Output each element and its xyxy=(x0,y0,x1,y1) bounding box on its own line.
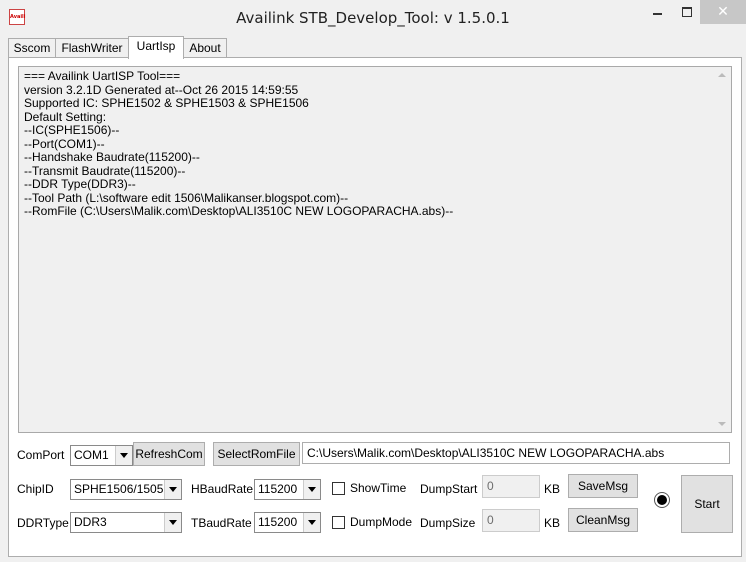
clean-msg-button[interactable]: CleanMsg xyxy=(568,508,638,532)
dumpmode-label: DumpMode xyxy=(350,515,413,529)
chevron-down-icon xyxy=(164,513,181,532)
dumpsize-label: DumpSize xyxy=(420,516,476,530)
tbaudrate-select[interactable]: 115200 xyxy=(254,512,321,533)
minimize-button[interactable] xyxy=(640,0,674,24)
hbaudrate-select[interactable]: 115200 xyxy=(254,479,321,500)
dumpsize-unit: KB xyxy=(544,516,561,530)
chevron-down-icon xyxy=(303,480,320,499)
chevron-down-icon xyxy=(164,480,181,499)
dumpstart-label: DumpStart xyxy=(420,482,478,496)
tbaudrate-value: 115200 xyxy=(258,515,298,529)
chipid-label: ChipID xyxy=(17,482,54,496)
title-bar: Availi Availink STB_Develop_Tool: v 1.5.… xyxy=(0,0,746,34)
log-text: === Availink UartISP Tool=== version 3.2… xyxy=(24,69,454,218)
dumpstart-unit: KB xyxy=(544,482,561,496)
ddrtype-select[interactable]: DDR3 xyxy=(70,512,182,533)
ddrtype-label: DDRType xyxy=(17,516,69,530)
dumpsize-input[interactable]: 0 xyxy=(482,509,540,532)
log-scrollbar[interactable] xyxy=(714,67,731,432)
chipid-select[interactable]: SPHE1506/1505 xyxy=(70,479,182,500)
scroll-up-icon[interactable] xyxy=(718,73,726,77)
window-title: Availink STB_Develop_Tool: v 1.5.0.1 xyxy=(236,9,510,27)
close-button[interactable]: ✕ xyxy=(700,0,746,24)
start-button[interactable]: Start xyxy=(681,475,733,533)
save-msg-button[interactable]: SaveMsg xyxy=(568,474,638,498)
select-rom-file-button[interactable]: SelectRomFile xyxy=(213,442,300,466)
chipid-value: SPHE1506/1505 xyxy=(74,482,164,496)
tab-about[interactable]: About xyxy=(183,38,227,58)
chevron-down-icon xyxy=(303,513,320,532)
tab-sscom[interactable]: Sscom xyxy=(8,38,56,58)
dumpmode-checkbox[interactable] xyxy=(332,516,345,529)
showtime-checkbox[interactable] xyxy=(332,482,345,495)
maximize-button[interactable] xyxy=(674,0,700,24)
rom-file-path-input[interactable]: C:\Users\Malik.com\Desktop\ALI3510C NEW … xyxy=(302,442,730,464)
chevron-down-icon xyxy=(115,446,132,465)
hbaudrate-value: 115200 xyxy=(258,482,298,496)
comport-value: COM1 xyxy=(74,448,109,462)
status-indicator-icon xyxy=(654,492,670,508)
scroll-down-icon[interactable] xyxy=(718,422,726,426)
maximize-icon xyxy=(682,7,692,17)
ddrtype-value: DDR3 xyxy=(74,515,107,529)
tab-flashwriter[interactable]: FlashWriter xyxy=(55,38,129,58)
dumpstart-input[interactable]: 0 xyxy=(482,475,540,498)
tab-uartisp[interactable]: UartIsp xyxy=(128,36,184,59)
comport-select[interactable]: COM1 xyxy=(70,445,133,466)
refresh-com-button[interactable]: RefreshCom xyxy=(133,442,205,466)
hbaudrate-label: HBaudRate xyxy=(191,482,254,496)
close-icon: ✕ xyxy=(717,4,729,20)
showtime-label: ShowTime xyxy=(350,481,407,495)
log-output[interactable]: === Availink UartISP Tool=== version 3.2… xyxy=(18,66,732,433)
minimize-icon xyxy=(652,13,662,15)
comport-label: ComPort xyxy=(17,448,65,462)
tbaudrate-label: TBaudRate xyxy=(191,516,252,530)
